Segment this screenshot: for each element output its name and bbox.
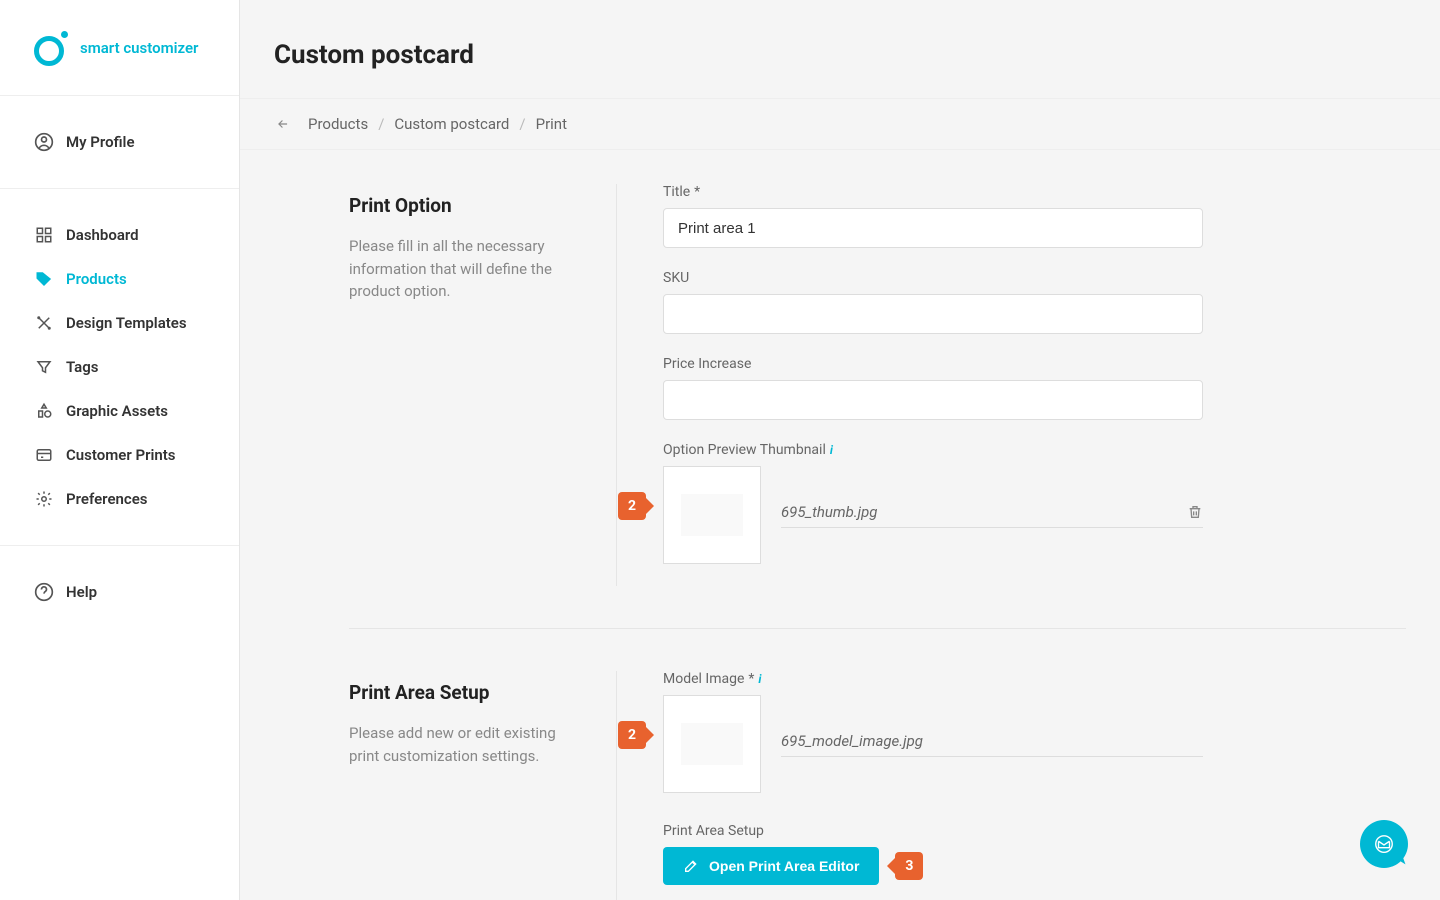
mail-icon	[1373, 833, 1395, 855]
trash-icon[interactable]	[1187, 504, 1203, 520]
breadcrumb-item[interactable]: Print	[536, 115, 567, 133]
breadcrumb: Products / Custom postcard / Print	[240, 98, 1440, 150]
sku-input[interactable]	[663, 294, 1203, 334]
sidebar-item-design-templates[interactable]: Design Templates	[0, 301, 239, 345]
callout-badge: 2	[618, 492, 646, 520]
tag-icon	[34, 269, 54, 289]
main-content: Custom postcard Products / Custom postca…	[240, 0, 1440, 900]
sidebar-item-label: My Profile	[66, 133, 135, 151]
filter-icon	[34, 357, 54, 377]
sidebar-item-label: Design Templates	[66, 314, 187, 332]
prints-icon	[34, 445, 54, 465]
sidebar-item-graphic-assets[interactable]: Graphic Assets	[0, 389, 239, 433]
section-description: Please add new or edit existing print cu…	[349, 722, 576, 767]
sidebar: smart customizer My Profile Dashboard	[0, 0, 240, 900]
field-label-price: Price Increase	[663, 356, 1406, 372]
sidebar-item-label: Dashboard	[66, 226, 139, 244]
field-label-model-image: Model Image * i	[663, 671, 1406, 687]
dashboard-icon	[34, 225, 54, 245]
edit-icon	[683, 858, 699, 874]
sidebar-item-dashboard[interactable]: Dashboard	[0, 213, 239, 257]
logo-icon	[34, 32, 66, 64]
sidebar-item-products[interactable]: Products	[0, 257, 239, 301]
sidebar-item-profile[interactable]: My Profile	[0, 120, 239, 164]
thumbnail-filename: 695_thumb.jpg	[781, 503, 877, 521]
sidebar-item-preferences[interactable]: Preferences	[0, 477, 239, 521]
field-label-title: Title *	[663, 184, 1406, 200]
callout-badge: 2	[618, 721, 646, 749]
section-title: Print Area Setup	[349, 681, 576, 704]
assets-icon	[34, 401, 54, 421]
price-input[interactable]	[663, 380, 1203, 420]
gear-icon	[34, 489, 54, 509]
chat-button[interactable]	[1360, 820, 1408, 868]
section-print-option: Print Option Please fill in all the nece…	[349, 184, 1406, 629]
field-label-thumbnail: Option Preview Thumbnail i	[663, 442, 1406, 458]
sidebar-item-label: Tags	[66, 358, 99, 376]
sidebar-item-tags[interactable]: Tags	[0, 345, 239, 389]
breadcrumb-item[interactable]: Products	[308, 115, 368, 133]
thumbnail-preview[interactable]	[663, 466, 761, 564]
sidebar-item-label: Graphic Assets	[66, 402, 168, 420]
section-print-area-setup: Print Area Setup Please add new or edit …	[349, 671, 1406, 900]
info-icon[interactable]: i	[830, 443, 833, 457]
sidebar-item-label: Products	[66, 270, 127, 288]
breadcrumb-item[interactable]: Custom postcard	[394, 115, 509, 133]
breadcrumb-separator: /	[519, 115, 525, 133]
page-title: Custom postcard	[240, 0, 1440, 98]
brand-name: smart customizer	[80, 39, 198, 57]
title-input[interactable]	[663, 208, 1203, 248]
sidebar-item-label: Preferences	[66, 490, 148, 508]
help-icon	[34, 582, 54, 602]
section-title: Print Option	[349, 194, 576, 217]
model-image-preview[interactable]	[663, 695, 761, 793]
logo-area: smart customizer	[0, 0, 239, 96]
sidebar-item-label: Help	[66, 583, 97, 601]
info-icon[interactable]: i	[758, 672, 761, 686]
user-icon	[34, 132, 54, 152]
callout-badge: 3	[895, 852, 923, 880]
sidebar-item-help[interactable]: Help	[0, 570, 239, 614]
field-label-print-area-setup: Print Area Setup	[663, 823, 1406, 839]
sidebar-item-label: Customer Prints	[66, 446, 176, 464]
sidebar-item-customer-prints[interactable]: Customer Prints	[0, 433, 239, 477]
model-image-filename: 695_model_image.jpg	[781, 732, 923, 750]
field-label-sku: SKU	[663, 270, 1406, 286]
back-arrow-icon[interactable]	[274, 117, 292, 131]
section-description: Please fill in all the necessary informa…	[349, 235, 576, 303]
breadcrumb-separator: /	[378, 115, 384, 133]
design-icon	[34, 313, 54, 333]
open-print-area-editor-button[interactable]: Open Print Area Editor	[663, 847, 879, 885]
